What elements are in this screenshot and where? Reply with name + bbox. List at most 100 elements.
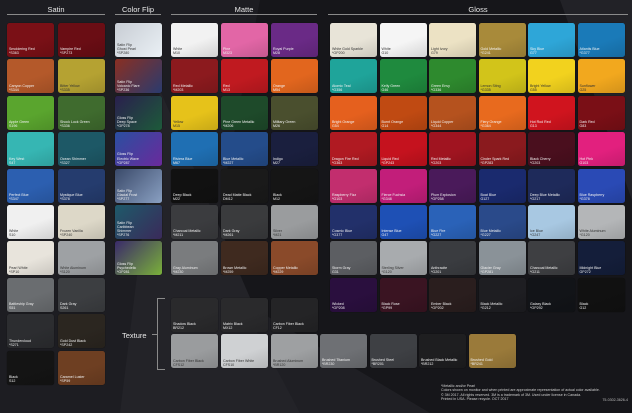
color-swatch[interactable]: Black Cherry *G203 bbox=[528, 132, 575, 167]
color-swatch[interactable]: Caramel Luster *SP59 bbox=[58, 350, 105, 385]
color-swatch[interactable]: Red Metallic *G203 bbox=[429, 132, 476, 167]
color-swatch[interactable]: Canyon Copper *S344 bbox=[7, 59, 54, 94]
color-swatch[interactable]: Gold Metallic *G241 bbox=[478, 23, 526, 57]
color-swatch[interactable]: Dark Gray *M261 bbox=[221, 205, 268, 239]
color-swatch[interactable]: Key West S47 bbox=[7, 132, 54, 167]
color-swatch[interactable]: White G10 bbox=[379, 23, 427, 57]
color-swatch[interactable]: Hot Rod Red G13 bbox=[528, 95, 575, 130]
color-swatch[interactable]: Galaxy Black *GP292 bbox=[528, 277, 575, 312]
color-swatch[interactable]: Smoldering Red *S363 bbox=[7, 23, 54, 57]
color-swatch[interactable]: Satin Flip Volcanic Flare *SP236 bbox=[115, 59, 162, 94]
color-swatch[interactable]: Deep Black M22 bbox=[171, 168, 218, 203]
color-swatch[interactable]: Ember Black *GP202 bbox=[429, 277, 476, 312]
color-swatch[interactable]: Yellow M15 bbox=[171, 95, 218, 130]
color-swatch[interactable]: Black G12 bbox=[577, 277, 625, 312]
color-swatch[interactable]: Brown Metallic *M259 bbox=[221, 241, 268, 276]
color-swatch[interactable]: Atlantis Blue *G377 bbox=[577, 23, 625, 57]
color-swatch[interactable]: Lemon Sting *G335 bbox=[478, 59, 526, 94]
color-swatch[interactable]: Gray Aluminum *M230 bbox=[171, 241, 218, 276]
color-swatch[interactable]: Brushed Black Metallic *BR212 bbox=[419, 334, 466, 368]
color-swatch[interactable]: Mystique Blue *S378 bbox=[58, 168, 105, 203]
color-swatch[interactable]: Shock Lock Green *S336 bbox=[58, 95, 105, 130]
color-swatch[interactable]: Perfect Blue *S347 bbox=[7, 168, 54, 203]
color-swatch[interactable]: Bright Yellow G55 bbox=[528, 59, 575, 94]
color-swatch[interactable]: Green Envy *G336 bbox=[429, 59, 476, 94]
color-swatch[interactable]: Glacier Gray *GP281 bbox=[478, 241, 526, 276]
color-swatch[interactable]: Charcoal Metallic *G211 bbox=[528, 241, 575, 276]
color-swatch[interactable]: Silver *M21 bbox=[271, 205, 318, 239]
color-swatch[interactable]: Kelly Green G46 bbox=[379, 59, 427, 94]
color-swatch[interactable]: Liquid Copper *G344 bbox=[429, 95, 476, 130]
color-swatch[interactable]: Hot Pink G103 bbox=[577, 132, 625, 167]
color-swatch[interactable]: Pine Green Metallic *M206 bbox=[221, 95, 268, 130]
color-swatch[interactable]: Dead Matte Black DM12 bbox=[221, 168, 268, 203]
color-swatch[interactable]: Raspberry Fizz *G103 bbox=[330, 168, 377, 203]
color-swatch[interactable]: Brushed Titanium *BR230 bbox=[320, 334, 367, 368]
color-swatch[interactable]: Storm Gray G31 bbox=[330, 241, 377, 276]
color-swatch[interactable]: Matrix Black MX12 bbox=[221, 298, 268, 332]
color-swatch[interactable]: Midnight Blue GP272 bbox=[577, 241, 625, 276]
color-swatch[interactable]: Battleship Gray S51 bbox=[7, 277, 54, 312]
color-swatch[interactable]: Black Metallic *G212 bbox=[478, 277, 526, 312]
color-swatch[interactable]: Carbon Fiber Black CF12 bbox=[271, 298, 318, 332]
color-swatch[interactable]: Blue Raspberry *G378 bbox=[577, 168, 625, 203]
color-swatch[interactable]: Thundercloud *S271 bbox=[7, 314, 54, 349]
color-swatch[interactable]: Fierce Fuchsia *G348 bbox=[379, 168, 427, 203]
color-swatch[interactable]: Gold Dust Black *SP242 bbox=[58, 314, 105, 349]
color-swatch[interactable]: Atomic Teal *G356 bbox=[330, 59, 377, 94]
color-swatch[interactable]: Anthracite *G201 bbox=[429, 241, 476, 276]
color-swatch[interactable]: Dark Gray S261 bbox=[58, 277, 105, 312]
color-swatch[interactable]: Carbon Fiber Black CFS12 bbox=[171, 334, 218, 369]
color-swatch[interactable]: Sky Blue G77 bbox=[528, 23, 575, 57]
color-swatch[interactable]: Fiery Orange *G364 bbox=[478, 95, 526, 130]
color-swatch[interactable]: Gloss Flip Deep Space *GP278 bbox=[115, 95, 162, 130]
color-swatch[interactable]: Carbon Fiber White CFS10 bbox=[221, 334, 268, 369]
color-swatch[interactable]: Black S12 bbox=[7, 350, 54, 385]
color-swatch[interactable]: Blue Metallic *M227 bbox=[221, 132, 268, 167]
color-swatch[interactable]: Bright Orange G54 bbox=[330, 95, 377, 130]
color-swatch[interactable]: Gloss Flip Electric Wave *GP287 bbox=[115, 132, 162, 167]
color-swatch[interactable]: Ocean Shimmer *S327 bbox=[58, 132, 105, 167]
color-swatch[interactable]: Satin Flip Glacial Frost *SP277 bbox=[115, 168, 162, 203]
color-swatch[interactable]: Royal Purple M28 bbox=[271, 23, 318, 57]
color-swatch[interactable]: Satin Flip Caribbean Shimmer *SP276 bbox=[115, 205, 162, 239]
color-swatch[interactable]: Plum Explosion *GP258 bbox=[429, 168, 476, 203]
color-swatch[interactable]: Ice Blue *G247 bbox=[528, 205, 575, 239]
color-swatch[interactable]: Brushed Steel *BR201 bbox=[369, 334, 417, 368]
color-swatch[interactable]: Vampire Red *SP273 bbox=[58, 23, 105, 57]
color-swatch[interactable]: Brushed Aluminum *BR120 bbox=[271, 334, 318, 369]
color-swatch[interactable]: Deep Blue Metallic *G217 bbox=[528, 168, 575, 203]
color-swatch[interactable]: Frozen Vanilla *SP240 bbox=[58, 205, 105, 239]
color-swatch[interactable]: Military Green M26 bbox=[271, 95, 318, 130]
color-swatch[interactable]: Satin Flip Ghost Pearl *SP280 bbox=[115, 23, 162, 57]
color-swatch[interactable]: White S10 bbox=[7, 205, 54, 239]
color-swatch[interactable]: White Gold Sparkle *GP200 bbox=[330, 23, 377, 57]
color-swatch[interactable]: Shadow Black BR212 bbox=[171, 298, 218, 332]
color-swatch[interactable]: Dark Red G83 bbox=[577, 95, 625, 130]
color-swatch[interactable]: Pearl White *SP10 bbox=[7, 241, 54, 276]
color-swatch[interactable]: Intense Blue G47 bbox=[379, 205, 427, 239]
color-swatch[interactable]: Indigo M27 bbox=[271, 132, 318, 167]
color-swatch[interactable]: Red Metallic *M203 bbox=[171, 59, 218, 94]
color-swatch[interactable]: Gloss Flip Psychedelic *GP281 bbox=[115, 241, 162, 276]
color-swatch[interactable]: Copper Metallic *M229 bbox=[271, 241, 318, 276]
color-swatch[interactable]: Orange M54 bbox=[271, 59, 318, 94]
color-swatch[interactable]: Burnt Orange G14 bbox=[379, 95, 427, 130]
color-swatch[interactable]: Blue Metallic *G227 bbox=[478, 205, 526, 239]
color-swatch[interactable]: Dragon Fire Red *G363 bbox=[330, 132, 377, 167]
color-swatch[interactable]: Sunflower G25 bbox=[577, 59, 625, 94]
color-swatch[interactable]: Black Rose *GP99 bbox=[379, 277, 427, 312]
color-swatch[interactable]: White Aluminum *S120 bbox=[58, 241, 105, 276]
color-swatch[interactable]: Bitter Yellow *S335 bbox=[58, 59, 105, 94]
color-swatch[interactable]: Red M13 bbox=[221, 59, 268, 94]
color-swatch[interactable]: Riviera Blue M67 bbox=[171, 132, 218, 167]
color-swatch[interactable]: Apple Green S196 bbox=[7, 95, 54, 130]
color-swatch[interactable]: Liquid Red *GP243 bbox=[379, 132, 427, 167]
color-swatch[interactable]: Pine M323 bbox=[221, 23, 268, 57]
color-swatch[interactable]: Wicked *GP208 bbox=[330, 277, 377, 312]
color-swatch[interactable]: White Aluminum *G120 bbox=[577, 205, 625, 239]
color-swatch[interactable]: Boat Blue G127 bbox=[478, 168, 526, 203]
color-swatch[interactable]: Cinder Spark Red *GP283 bbox=[478, 132, 526, 167]
color-swatch[interactable]: Blue Fire *G227 bbox=[429, 205, 476, 239]
color-swatch[interactable]: Black M12 bbox=[271, 168, 318, 203]
